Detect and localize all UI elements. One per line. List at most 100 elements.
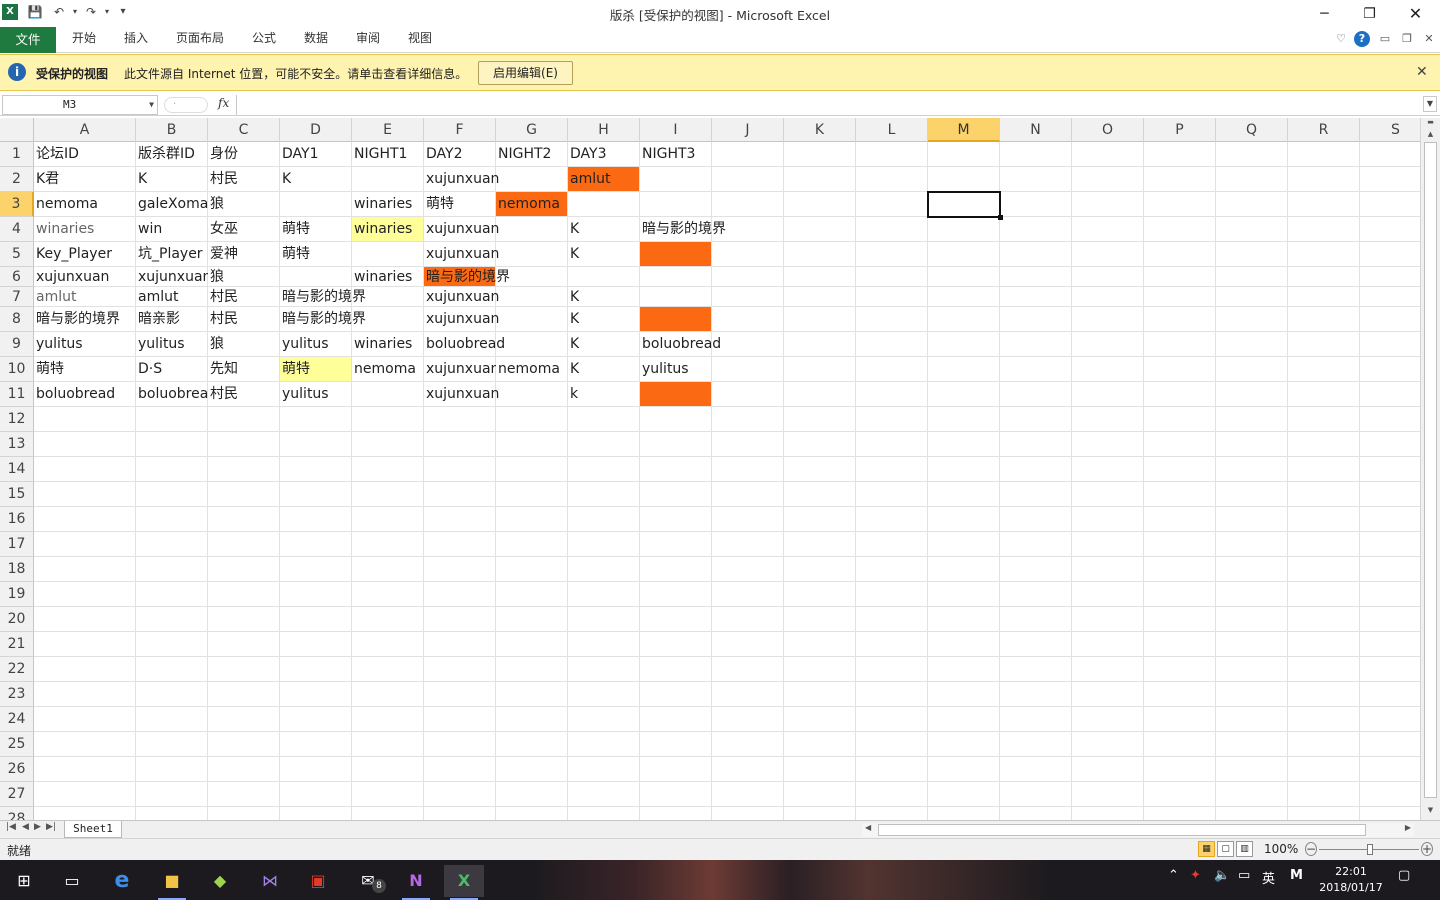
cell-f17[interactable] xyxy=(424,532,496,557)
row-header[interactable]: 24 xyxy=(0,707,34,732)
cell-i18[interactable] xyxy=(640,557,712,582)
restore-icon[interactable]: ❐ xyxy=(1347,2,1392,26)
cell-m26[interactable] xyxy=(928,757,1000,782)
cell-a23[interactable] xyxy=(34,682,136,707)
cell-k12[interactable] xyxy=(784,407,856,432)
cell-f16[interactable] xyxy=(424,507,496,532)
cell-h6[interactable] xyxy=(568,267,640,287)
cell-d25[interactable] xyxy=(280,732,352,757)
cell-i26[interactable] xyxy=(640,757,712,782)
cell-n21[interactable] xyxy=(1000,632,1072,657)
cell-o28[interactable] xyxy=(1072,807,1144,820)
cell-l18[interactable] xyxy=(856,557,928,582)
cell-p19[interactable] xyxy=(1144,582,1216,607)
cell-j21[interactable] xyxy=(712,632,784,657)
network-icon[interactable]: ▭ xyxy=(1238,868,1250,883)
cell-o5[interactable] xyxy=(1072,242,1144,267)
column-header-e[interactable]: E xyxy=(352,118,424,142)
cell-g25[interactable] xyxy=(496,732,568,757)
cell-o6[interactable] xyxy=(1072,267,1144,287)
cell-d6[interactable] xyxy=(280,267,352,287)
cell-q20[interactable] xyxy=(1216,607,1288,632)
cell-j1[interactable] xyxy=(712,142,784,167)
cell-r21[interactable] xyxy=(1288,632,1360,657)
next-sheet-icon[interactable]: ▶ xyxy=(34,822,41,832)
volume-icon[interactable]: 🔈 xyxy=(1214,868,1230,883)
scroll-right-icon[interactable]: ▶ xyxy=(1405,823,1411,832)
column-header-o[interactable]: O xyxy=(1072,118,1144,142)
cell-r6[interactable] xyxy=(1288,267,1360,287)
cell-g11[interactable] xyxy=(496,382,568,407)
zoom-in-icon[interactable]: + xyxy=(1421,842,1433,856)
cell-h26[interactable] xyxy=(568,757,640,782)
cell-b18[interactable] xyxy=(136,557,208,582)
cell-e16[interactable] xyxy=(352,507,424,532)
cell-j10[interactable] xyxy=(712,357,784,382)
cell-k13[interactable] xyxy=(784,432,856,457)
cell-n10[interactable] xyxy=(1000,357,1072,382)
cell-l21[interactable] xyxy=(856,632,928,657)
cell-o14[interactable] xyxy=(1072,457,1144,482)
cell-g16[interactable] xyxy=(496,507,568,532)
cell-s2[interactable] xyxy=(1360,167,1420,192)
cell-d26[interactable] xyxy=(280,757,352,782)
cell-a13[interactable] xyxy=(34,432,136,457)
visual-studio-icon[interactable]: ⋈ xyxy=(250,865,290,897)
cell-m3[interactable] xyxy=(928,192,1000,217)
help-icon[interactable]: ? xyxy=(1354,31,1370,47)
cell-s18[interactable] xyxy=(1360,557,1420,582)
cell-j23[interactable] xyxy=(712,682,784,707)
cell-l10[interactable] xyxy=(856,357,928,382)
cell-l16[interactable] xyxy=(856,507,928,532)
row-header[interactable]: 26 xyxy=(0,757,34,782)
cell-r15[interactable] xyxy=(1288,482,1360,507)
cell-n27[interactable] xyxy=(1000,782,1072,807)
row-header[interactable]: 23 xyxy=(0,682,34,707)
cell-e27[interactable] xyxy=(352,782,424,807)
system-clock[interactable]: 22:01 2018/01/17 xyxy=(1318,864,1384,896)
cell-r27[interactable] xyxy=(1288,782,1360,807)
cell-r5[interactable] xyxy=(1288,242,1360,267)
worksheet-grid[interactable]: A B C D E F G H I J K L M N O P Q R S 1 论坛ID 版杀群ID 身份 DAY1 NIGHT… xyxy=(0,118,1420,820)
security-tray-icon[interactable]: ✦ xyxy=(1190,868,1201,883)
cell-j11[interactable] xyxy=(712,382,784,407)
cell-i7[interactable] xyxy=(640,287,712,307)
cell-m14[interactable] xyxy=(928,457,1000,482)
column-header-q[interactable]: Q xyxy=(1216,118,1288,142)
cell-m21[interactable] xyxy=(928,632,1000,657)
row-header[interactable]: 10 xyxy=(0,357,34,382)
cell-c13[interactable] xyxy=(208,432,280,457)
cell-c15[interactable] xyxy=(208,482,280,507)
cell-i28[interactable] xyxy=(640,807,712,820)
cell-m25[interactable] xyxy=(928,732,1000,757)
cell-j17[interactable] xyxy=(712,532,784,557)
cell-a28[interactable] xyxy=(34,807,136,820)
cell-n28[interactable] xyxy=(1000,807,1072,820)
column-header-j[interactable]: J xyxy=(712,118,784,142)
row-header[interactable]: 12 xyxy=(0,407,34,432)
vertical-scroll-thumb[interactable] xyxy=(1424,142,1437,798)
cell-j8[interactable] xyxy=(712,307,784,332)
cell-e12[interactable] xyxy=(352,407,424,432)
cell-r2[interactable] xyxy=(1288,167,1360,192)
cell-p13[interactable] xyxy=(1144,432,1216,457)
cell-p4[interactable] xyxy=(1144,217,1216,242)
cell-j13[interactable] xyxy=(712,432,784,457)
cell-n24[interactable] xyxy=(1000,707,1072,732)
cell-g21[interactable] xyxy=(496,632,568,657)
cell-n1[interactable] xyxy=(1000,142,1072,167)
cell-g8[interactable] xyxy=(496,307,568,332)
cell-h17[interactable] xyxy=(568,532,640,557)
cell-s14[interactable] xyxy=(1360,457,1420,482)
cell-l14[interactable] xyxy=(856,457,928,482)
cell-m27[interactable] xyxy=(928,782,1000,807)
cell-o16[interactable] xyxy=(1072,507,1144,532)
cell-l15[interactable] xyxy=(856,482,928,507)
cell-g20[interactable] xyxy=(496,607,568,632)
cell-b16[interactable] xyxy=(136,507,208,532)
cell-l1[interactable] xyxy=(856,142,928,167)
cell-g26[interactable] xyxy=(496,757,568,782)
row-header[interactable]: 28 xyxy=(0,807,34,820)
cell-c18[interactable] xyxy=(208,557,280,582)
tab-view[interactable]: 视图 xyxy=(408,27,432,53)
